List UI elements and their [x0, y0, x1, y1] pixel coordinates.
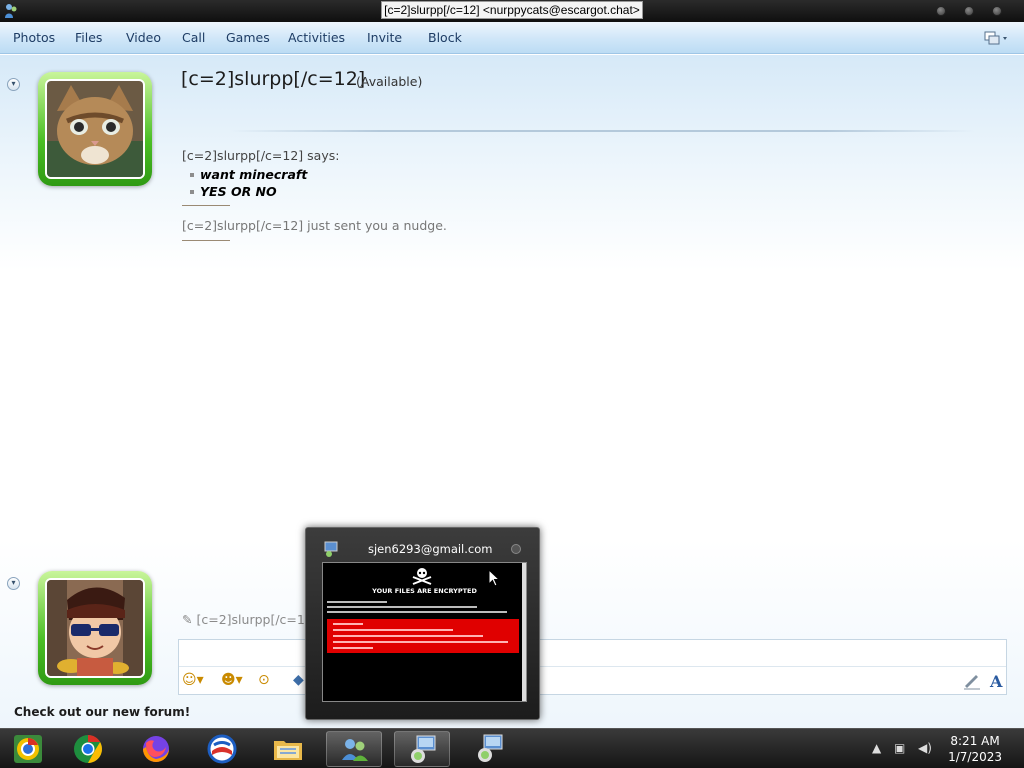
collapse-contact-icon[interactable]: ▾	[7, 78, 20, 91]
self-avatar[interactable]	[38, 571, 152, 685]
mouse-cursor-icon	[488, 569, 500, 587]
menu-photos[interactable]: Photos	[13, 30, 55, 45]
menu-invite[interactable]: Invite	[367, 30, 402, 45]
contact-name: [c=2]slurpp[/c=12]	[181, 68, 366, 90]
messenger-icon	[342, 739, 368, 761]
collapse-self-icon[interactable]: ▾	[7, 577, 20, 590]
kitten-photo-icon	[45, 79, 145, 179]
taskbar-file-explorer[interactable]	[260, 731, 316, 767]
forum-link[interactable]: Check out our new forum!	[14, 705, 190, 719]
message-divider	[182, 240, 230, 241]
font-button[interactable]: A	[990, 672, 1002, 691]
cartoon-character-sunglasses-icon	[45, 578, 145, 678]
pen-icon: ✎	[182, 612, 193, 627]
system-clock[interactable]: 8:21 AM 1/7/2023	[948, 733, 1002, 765]
voice-clip-icon[interactable]: ◆	[293, 670, 304, 690]
display-options-icon[interactable]	[982, 30, 1010, 46]
menu-block[interactable]: Block	[428, 30, 462, 45]
title-bar: [c=2]slurpp[/c=12] <nurppycats@escargot.…	[0, 0, 1024, 22]
taskbar-messenger-window-2[interactable]	[462, 731, 518, 767]
taskbar-messenger-window-1[interactable]	[394, 731, 450, 767]
messenger-window-icon	[411, 735, 436, 763]
menu-bar: Photos Files Video Call Games Activities…	[0, 22, 1024, 54]
message-item: YES OR NO	[190, 183, 307, 200]
volume-icon[interactable]: ◀)	[918, 741, 932, 755]
messenger-window-icon	[478, 734, 503, 762]
taskbar-firefox[interactable]	[128, 731, 184, 767]
menu-files[interactable]: Files	[75, 30, 102, 45]
clock-time: 8:21 AM	[950, 734, 1000, 748]
window-title: [c=2]slurpp[/c=12] <nurppycats@escargot.…	[0, 1, 1024, 19]
ransom-warning-box	[327, 619, 519, 653]
chrome-dev-icon	[14, 735, 42, 763]
sender-line: [c=2]slurpp[/c=12] says:	[182, 148, 340, 163]
nudge-message: [c=2]slurpp[/c=12] just sent you a nudge…	[182, 218, 447, 233]
message-item: want minecraft	[190, 166, 307, 183]
taskbar-chrome-dev[interactable]	[0, 731, 56, 767]
typing-indicator: ✎ [c=2]slurpp[/c=12]	[182, 612, 318, 627]
close-button[interactable]	[992, 6, 1002, 16]
taskbar-messenger[interactable]	[326, 731, 382, 767]
contact-status: (Available)	[356, 74, 423, 89]
network-icon[interactable]: ▣	[894, 741, 905, 755]
thumbnail-close-button[interactable]	[511, 544, 521, 554]
wink-icon[interactable]: ☻▾	[221, 670, 243, 690]
file-explorer-icon	[274, 741, 302, 760]
maximize-button[interactable]	[964, 6, 974, 16]
messenger-window-icon	[324, 541, 338, 557]
chrome-icon	[74, 735, 102, 763]
thumbnail-title: sjen6293@gmail.com	[368, 542, 493, 556]
message-list: want minecraft YES OR NO	[190, 166, 307, 200]
browser-o-icon	[207, 734, 237, 764]
taskbar-browser-o[interactable]	[194, 731, 250, 767]
menu-games[interactable]: Games	[226, 30, 270, 45]
skull-crossbones-icon	[412, 568, 432, 585]
firefox-icon	[143, 736, 169, 762]
message-divider	[182, 205, 230, 206]
menu-call[interactable]: Call	[182, 30, 205, 45]
show-hidden-icons-icon[interactable]: ▲	[872, 741, 881, 755]
menu-video[interactable]: Video	[126, 30, 161, 45]
header-separator	[230, 130, 975, 132]
emoticon-icon[interactable]: ☺▾	[182, 670, 204, 690]
taskbar-chrome[interactable]	[60, 731, 116, 767]
handwriting-icon[interactable]	[962, 670, 982, 690]
contact-avatar[interactable]	[38, 72, 152, 186]
clock-date: 1/7/2023	[948, 750, 1002, 764]
minimize-button[interactable]	[936, 6, 946, 16]
taskbar-thumbnail-popup[interactable]: sjen6293@gmail.com YOUR FILES ARE ENCRYP…	[305, 527, 540, 720]
nudge-icon[interactable]: ⊙	[258, 670, 270, 690]
ransom-heading: YOUR FILES ARE ENCRYPTED	[372, 587, 477, 595]
menu-activities[interactable]: Activities	[288, 30, 345, 45]
taskbar: ▲ ▣ ◀) 8:21 AM 1/7/2023	[0, 728, 1024, 768]
